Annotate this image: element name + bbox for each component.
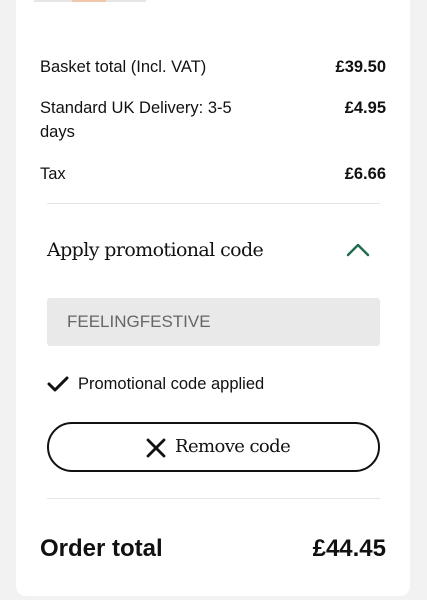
basket-total-label: Basket total (Incl. VAT)	[40, 58, 207, 76]
product-thumbnail-edge	[34, 0, 146, 2]
order-total-label: Order total	[40, 535, 163, 562]
delivery-value: £4.95	[344, 99, 386, 117]
tax-value: £6.66	[344, 165, 386, 183]
chevron-up-icon	[346, 243, 370, 257]
tax-label: Tax	[40, 165, 66, 183]
promo-code-toggle[interactable]: Apply promotional code	[47, 234, 380, 268]
divider	[47, 498, 380, 499]
close-icon	[146, 438, 166, 458]
check-icon	[47, 376, 69, 392]
product-thumbnail-image	[72, 0, 106, 2]
promo-code-title: Apply promotional code	[47, 239, 264, 261]
promo-code-input[interactable]	[47, 298, 380, 346]
divider	[47, 203, 380, 204]
order-total-row: Order total £44.45	[40, 533, 386, 567]
basket-total-value: £39.50	[335, 58, 386, 76]
remove-code-label: Remove code	[175, 436, 291, 457]
order-total-value: £44.45	[312, 535, 386, 562]
remove-code-button[interactable]: Remove code	[47, 422, 380, 472]
delivery-label: Standard UK Delivery: 3-5 days	[40, 99, 232, 141]
promo-applied-text: Promotional code applied	[78, 375, 265, 393]
